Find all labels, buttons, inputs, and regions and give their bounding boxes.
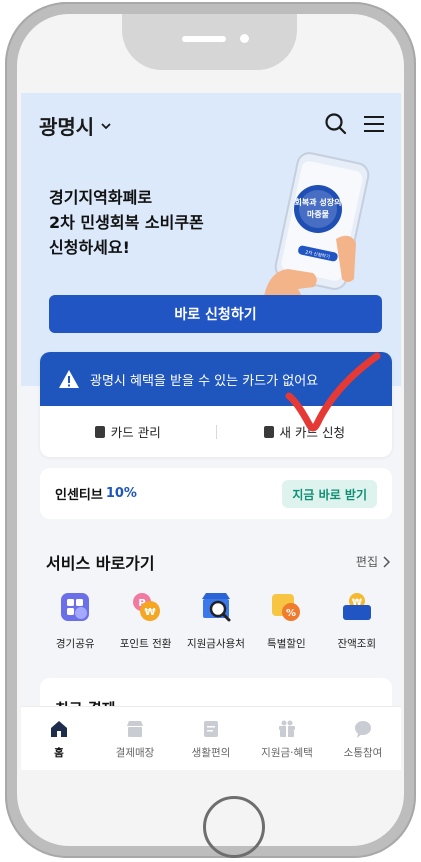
edit-label: 편집 — [355, 555, 378, 569]
services-title: 서비스 바로가기 — [46, 554, 155, 573]
service-share[interactable]: 경기공유 — [40, 590, 110, 651]
phone-notch — [122, 14, 297, 70]
service-label: 지원금사용처 — [186, 638, 245, 650]
svg-text:₩: ₩ — [144, 607, 155, 618]
hero-card-line: 회복과 성장의 — [295, 197, 342, 207]
svg-text:%: % — [286, 608, 296, 619]
menu-icon[interactable] — [361, 111, 387, 137]
nav-benefits[interactable]: 지원금·혜택 — [249, 707, 325, 770]
services-edit-button[interactable]: 편집 — [356, 553, 390, 570]
apply-now-button[interactable]: 바로 신청하기 — [49, 295, 382, 333]
card-icon — [94, 425, 105, 438]
hero-card-line: 마중물 — [307, 209, 330, 219]
nav-label: 생활편의 — [191, 747, 231, 759]
service-balance[interactable]: ₩ 잔액조회 — [322, 590, 392, 651]
services-row: 경기공유 P ₩ 포인트 전환 지원금사용처 % 특별할인 ₩ 잔액조회 — [40, 590, 392, 651]
service-label: 특별할인 — [267, 638, 306, 650]
document-icon — [204, 721, 218, 737]
city-selector[interactable]: 광명시 — [39, 111, 112, 140]
nav-label: 홈 — [54, 747, 64, 759]
nav-label: 결제매장 — [115, 747, 155, 759]
home-icon — [51, 721, 67, 737]
home-button[interactable] — [203, 796, 265, 858]
gift-icon — [279, 720, 295, 737]
nav-store[interactable]: 결제매장 — [97, 707, 173, 770]
incentive-percent: 10% — [105, 486, 137, 501]
front-camera — [240, 34, 249, 43]
get-incentive-button[interactable]: 지금 바로 받기 — [282, 480, 377, 508]
service-label: 잔액조회 — [337, 638, 377, 650]
add-card-icon — [263, 425, 274, 438]
discount-tag-icon: % — [272, 594, 301, 621]
hero-line: 신청하세요! — [49, 238, 130, 257]
nav-label: 소통참여 — [343, 747, 383, 759]
bottom-navigation: 홈 결제매장 생활편의 지원금·혜택 소통참여 — [21, 706, 401, 770]
point-exchange-icon: P ₩ — [132, 593, 160, 621]
services-section: 서비스 바로가기 편집 경기공유 P ₩ 포인트 전환 지원금사용처 % 특별할… — [40, 536, 392, 676]
service-discount[interactable]: % 특별할인 — [251, 590, 321, 651]
chat-icon — [355, 721, 371, 738]
chevron-right-icon — [383, 555, 390, 568]
speaker-slot — [182, 36, 226, 42]
incentive-label: 인센티브 — [55, 488, 103, 503]
store-search-icon — [201, 593, 231, 622]
chevron-down-icon — [101, 122, 111, 129]
share-grid-icon — [61, 593, 90, 621]
nav-home[interactable]: 홈 — [21, 707, 97, 770]
service-store-search[interactable]: 지원금사용처 — [181, 590, 251, 651]
hero-line: 경기지역화폐로 — [49, 188, 153, 207]
red-check-annotation-icon — [285, 352, 381, 432]
city-label: 광명시 — [39, 115, 95, 139]
nav-label: 지원금·혜택 — [261, 747, 313, 759]
service-label: 포인트 전환 — [119, 638, 172, 650]
service-point-exchange[interactable]: P ₩ 포인트 전환 — [110, 590, 180, 651]
nav-life[interactable]: 생활편의 — [173, 707, 249, 770]
balance-wallet-icon: ₩ — [342, 593, 371, 620]
search-icon[interactable] — [323, 111, 349, 137]
hero-line: 2차 민생회복 소비쿠폰 — [49, 213, 204, 232]
hero-headline: 경기지역화폐로 2차 민생회복 소비쿠폰 신청하세요! — [49, 185, 204, 260]
store-icon — [127, 721, 143, 737]
service-label: 경기공유 — [55, 638, 95, 650]
app-screen: 광명시 경기지역화폐로 2차 민생회복 소비쿠폰 신청하세요! 회복과 성장의 … — [21, 93, 401, 770]
manage-card-label: 카드 관리 — [110, 425, 161, 440]
incentive-banner: 인센티브 10% 지금 바로 받기 — [40, 468, 392, 519]
warning-icon — [59, 370, 79, 388]
nav-community[interactable]: 소통참여 — [325, 707, 401, 770]
app-header: 광명시 — [21, 93, 401, 151]
manage-card-button[interactable]: 카드 관리 — [40, 422, 216, 441]
